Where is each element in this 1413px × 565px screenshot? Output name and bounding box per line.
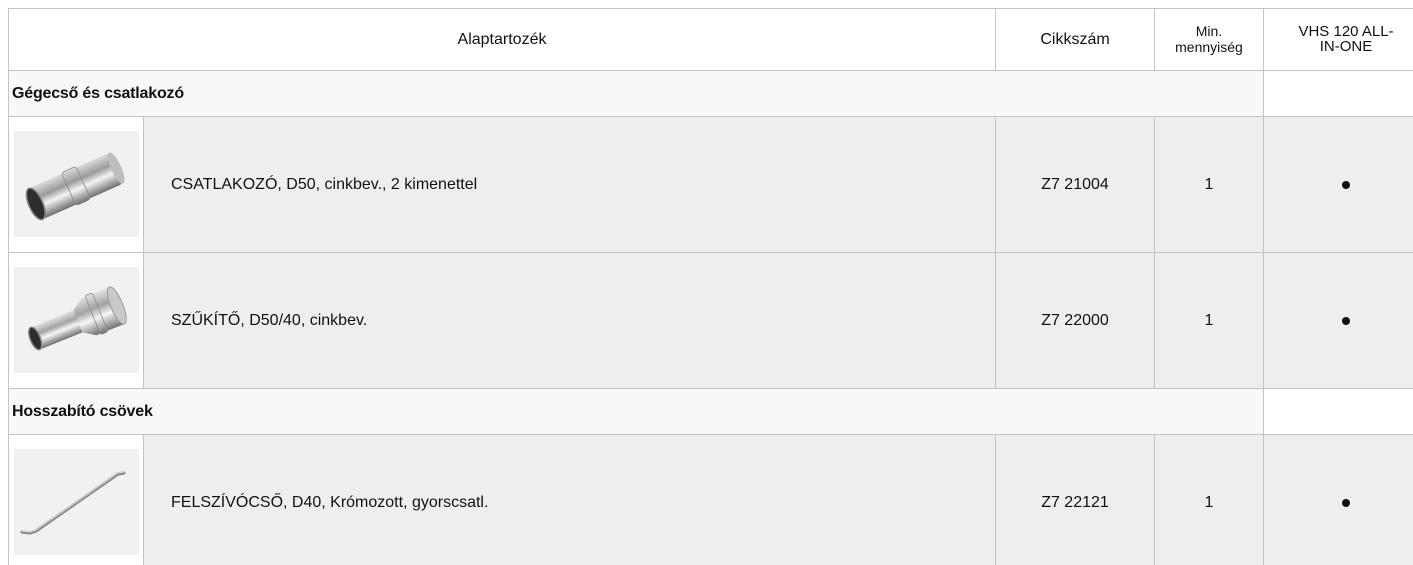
header-vhs-line2: IN-ONE — [1319, 37, 1373, 55]
item-description: SZŰKÍTŐ, D50/40, cinkbev. — [143, 252, 996, 389]
accessory-table: Alaptartozék Cikkszám Min. mennyiség VHS… — [8, 8, 1413, 565]
product-image-cell — [8, 116, 144, 253]
group-title: Gégecső és csatlakozó — [8, 70, 1264, 117]
header-min-line1: Min. — [1195, 22, 1223, 39]
table-row: FELSZÍVÓCSŐ, D40, Krómozott, gyorscsatl.… — [8, 434, 1413, 565]
suction-tube-icon — [14, 449, 139, 555]
item-description: CSATLAKOZÓ, D50, cinkbev., 2 kimenettel — [143, 116, 996, 253]
group-empty-cell — [1263, 388, 1413, 435]
table-row: SZŰKÍTŐ, D50/40, cinkbev. Z7 22000 1 — [8, 252, 1413, 389]
group-empty-cell — [1263, 70, 1413, 117]
item-min-quantity: 1 — [1154, 252, 1264, 389]
item-min-quantity: 1 — [1154, 116, 1264, 253]
header-min-quantity: Min. mennyiség — [1154, 8, 1264, 71]
item-vhs-availability — [1263, 434, 1413, 565]
reducer-pipe-drawing — [28, 286, 127, 351]
item-vhs-availability — [1263, 116, 1413, 253]
item-article-number: Z7 21004 — [995, 116, 1155, 253]
connector-pipe-icon — [14, 131, 139, 237]
item-min-quantity: 1 — [1154, 434, 1264, 565]
header-vhs-model: VHS 120 ALL- IN-ONE — [1263, 8, 1413, 71]
included-dot-icon — [1342, 316, 1350, 325]
reducer-pipe-icon — [14, 267, 139, 373]
group-row: Hosszabító csövek — [8, 388, 1413, 435]
suction-tube-drawing — [20, 471, 126, 535]
table-row: CSATLAKOZÓ, D50, cinkbev., 2 kimenettel … — [8, 116, 1413, 253]
accessory-table-page: Alaptartozék Cikkszám Min. mennyiség VHS… — [0, 0, 1413, 565]
included-dot-icon — [1342, 498, 1350, 507]
item-description: FELSZÍVÓCSŐ, D40, Krómozott, gyorscsatl. — [143, 434, 996, 565]
item-article-number: Z7 22121 — [995, 434, 1155, 565]
group-row: Gégecső és csatlakozó — [8, 70, 1413, 117]
item-article-number: Z7 22000 — [995, 252, 1155, 389]
table-header-row: Alaptartozék Cikkszám Min. mennyiség VHS… — [8, 8, 1413, 71]
connector-pipe-drawing — [25, 152, 125, 221]
group-title: Hosszabító csövek — [8, 388, 1264, 435]
item-vhs-availability — [1263, 252, 1413, 389]
header-article-number: Cikkszám — [995, 8, 1155, 71]
product-image-cell — [8, 434, 144, 565]
header-accessory: Alaptartozék — [8, 8, 996, 71]
header-min-line2: mennyiség — [1175, 38, 1243, 55]
included-dot-icon — [1342, 180, 1350, 189]
product-image-cell — [8, 252, 144, 389]
